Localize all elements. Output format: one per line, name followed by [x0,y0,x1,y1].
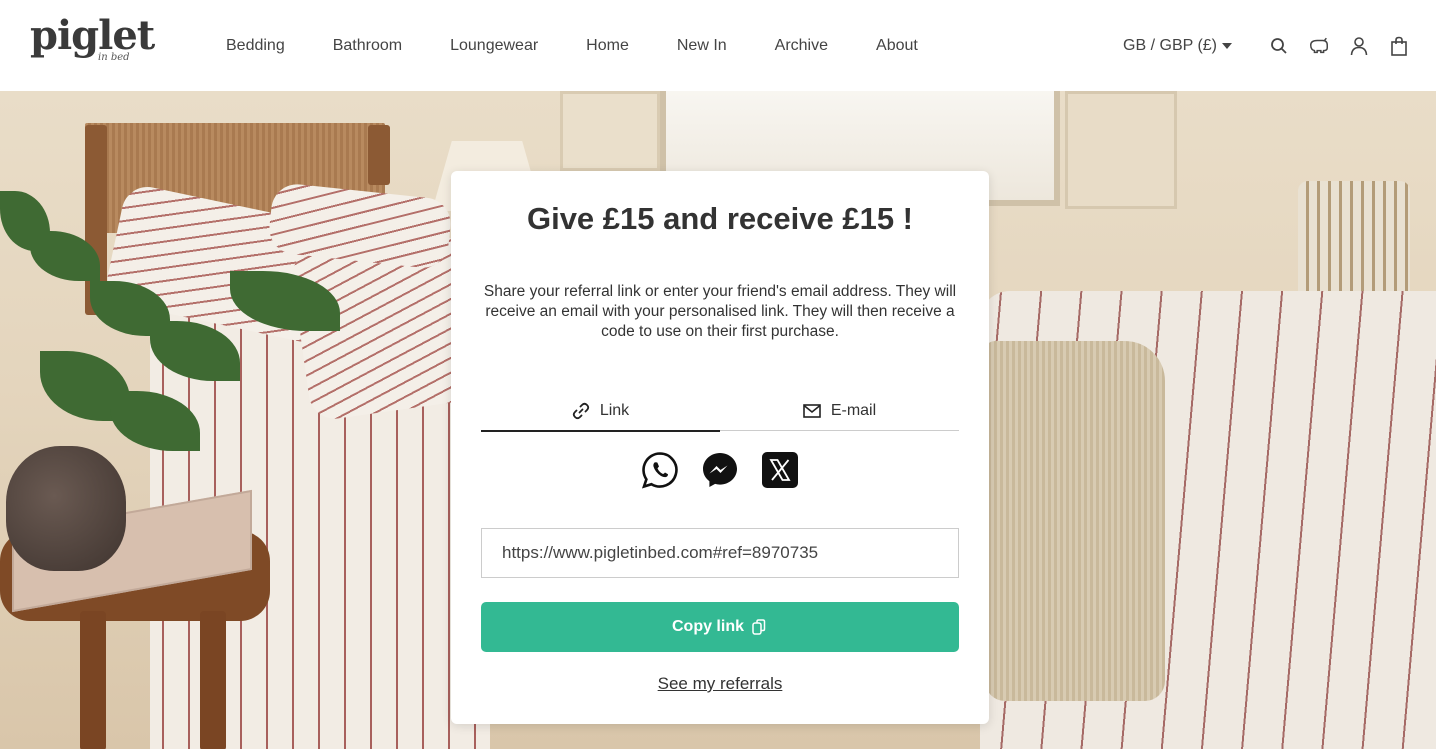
currency-selector[interactable]: GB / GBP (£) [1123,37,1232,55]
tab-link[interactable]: Link [481,391,720,432]
vase [6,446,126,571]
link-icon [572,402,590,420]
referral-link-input[interactable] [481,528,959,578]
share-tabs: Link E-mail [481,391,959,432]
nav-item-loungewear[interactable]: Loungewear [450,37,538,55]
nav-item-archive[interactable]: Archive [775,37,828,55]
window-shutter [1065,91,1177,209]
stool-leg [200,611,226,749]
social-share-buttons [451,451,989,489]
throw [985,341,1165,701]
modal-title: Give £15 and receive £15 ! [526,201,914,236]
caret-down-icon [1222,42,1232,49]
nav-item-new-in[interactable]: New In [677,37,727,55]
copy-icon [752,619,768,635]
main-nav: Bedding Bathroom Loungewear Home New In … [226,0,966,91]
messenger-icon[interactable] [701,451,739,489]
plant [0,191,50,251]
header-actions: GB / GBP (£) [1123,0,1410,91]
see-referrals-link[interactable]: See my referrals [451,674,989,694]
site-header: piglet in bed Bedding Bathroom Loungewea… [0,0,1436,91]
search-icon[interactable] [1268,35,1290,57]
nav-item-about[interactable]: About [876,37,918,55]
tab-link-label: Link [599,402,630,419]
piggy-icon[interactable] [1308,35,1330,57]
brand-logo[interactable]: piglet in bed [30,12,155,68]
logo-wordmark: piglet [30,12,155,59]
modal-description: Share your referral link or enter your f… [483,283,957,340]
window-shutter [560,91,660,171]
tab-email-label: E-mail [830,402,877,419]
bag-icon[interactable] [1388,35,1410,57]
referral-modal: Give £15 and receive £15 ! Share your re… [451,171,989,724]
copy-link-button[interactable]: Copy link [481,602,959,652]
mail-icon [803,402,821,420]
whatsapp-icon[interactable] [641,451,679,489]
stool-leg [80,611,106,749]
copy-link-label: Copy link [671,618,744,635]
tab-email[interactable]: E-mail [720,391,959,431]
bed-post [368,125,390,185]
nav-item-bedding[interactable]: Bedding [226,37,285,55]
logo-tagline: in bed [98,52,130,63]
nav-item-bathroom[interactable]: Bathroom [333,37,402,55]
currency-label: GB / GBP (£) [1123,36,1217,54]
x-icon[interactable] [761,451,799,489]
nav-item-home[interactable]: Home [586,37,629,55]
account-icon[interactable] [1348,35,1370,57]
